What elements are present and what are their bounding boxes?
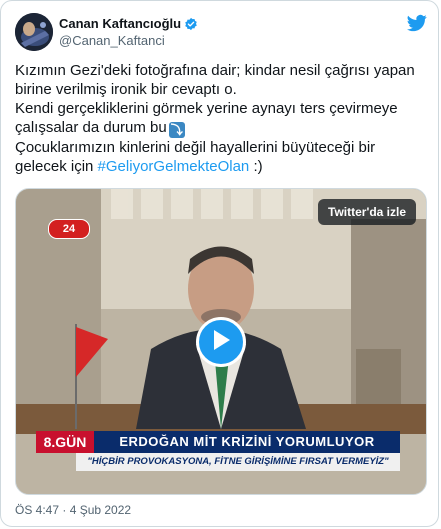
twitter-bird-icon[interactable]: [407, 13, 427, 33]
ticker-subheadline: "HİÇBİR PROVOKASYONA, FİTNE GİRİŞİMİNE F…: [76, 453, 400, 471]
tweet-line-3-end: :): [249, 158, 263, 175]
author-names: Canan Kaftancıoğlu @Canan_Kaftanci: [59, 16, 198, 49]
verified-badge-icon: [184, 17, 198, 31]
tweet-timestamp[interactable]: ÖS 4:47 · 4 Şub 2022: [15, 503, 131, 517]
video-player[interactable]: 24 Twitter'da izle 8.GÜN ERDOĞAN MİT KRİ…: [15, 188, 427, 495]
watch-on-twitter-button[interactable]: Twitter'da izle: [318, 199, 416, 225]
tweet-line-2: Kendi gerçekliklerini görmek yerine ayna…: [15, 99, 427, 138]
tweet-line-3: Çocuklarımızın kinlerini değil hayalleri…: [15, 138, 427, 176]
tweet-header: Canan Kaftancıoğlu @Canan_Kaftanci: [15, 13, 427, 53]
ticker-headline: ERDOĞAN MİT KRİZİNİ YORUMLUYOR: [94, 431, 400, 453]
tweet-text: Kızımın Gezi'deki fotoğrafına dair; kind…: [15, 61, 427, 176]
play-button[interactable]: [196, 317, 246, 367]
hashtag-link[interactable]: #GeliyorGelmekteOlan: [98, 158, 250, 175]
right-arrow-curving-down-emoji: ⤵: [168, 122, 185, 138]
ticker-day-label: 8.GÜN: [36, 431, 94, 453]
author-handle[interactable]: @Canan_Kaftanci: [59, 33, 198, 49]
tweet-line-1: Kızımın Gezi'deki fotoğrafına dair; kind…: [15, 62, 415, 98]
tweet-card[interactable]: Canan Kaftancıoğlu @Canan_Kaftanci Kızım…: [0, 0, 439, 527]
play-icon: [211, 329, 231, 356]
channel-logo: 24: [48, 219, 90, 239]
avatar[interactable]: [15, 13, 53, 51]
author-display-name[interactable]: Canan Kaftancıoğlu: [59, 16, 181, 32]
tweet-line-2-text: Kendi gerçekliklerini görmek yerine ayna…: [15, 100, 398, 136]
